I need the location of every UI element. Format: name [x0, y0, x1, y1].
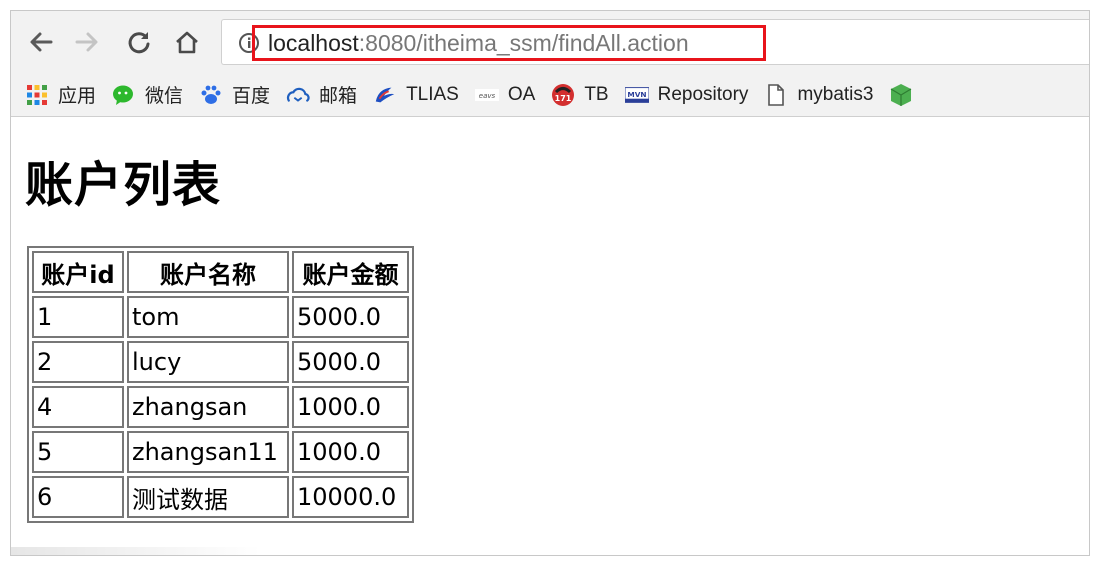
svg-text:eavs: eavs [479, 92, 496, 100]
bookmark-wechat[interactable]: 微信 [112, 81, 183, 108]
url-text[interactable]: localhost:8080/itheima_ssm/findAll.actio… [268, 28, 689, 58]
bookmark-apps[interactable]: 应用 [25, 81, 96, 108]
page-content: 账户列表 账户id 账户名称 账户金额 1 tom 5000.0 2 lucy … [11, 117, 1089, 555]
url-path: :8080/itheima_ssm/findAll.action [358, 30, 689, 56]
oa-icon: eavs [474, 83, 499, 107]
tb-icon: 171 [551, 83, 575, 107]
wechat-icon [112, 83, 136, 107]
cell-id: 2 [32, 341, 124, 383]
page-icon [764, 83, 788, 107]
bookmark-label: TB [584, 83, 609, 105]
cell-money: 1000.0 [292, 431, 409, 473]
table-row: 4 zhangsan 1000.0 [32, 386, 409, 428]
cell-money: 5000.0 [292, 341, 409, 383]
reload-button[interactable] [121, 24, 157, 60]
browser-window: localhost:8080/itheima_ssm/findAll.actio… [10, 10, 1090, 556]
bookmark-label: TLIAS [406, 83, 459, 105]
url-host: localhost [268, 30, 359, 56]
bookmark-mybatis3[interactable]: mybatis3 [764, 83, 873, 107]
header-account-money: 账户金额 [292, 251, 409, 293]
page-title: 账户列表 [25, 157, 222, 213]
bookmark-label: Repository [657, 83, 749, 105]
cell-name: zhangsan11 [127, 431, 289, 473]
tlias-icon [373, 83, 397, 107]
table-row: 1 tom 5000.0 [32, 296, 409, 338]
cell-id: 5 [32, 431, 124, 473]
cell-money: 10000.0 [292, 476, 409, 518]
bookmark-mail[interactable]: 邮箱 [286, 81, 357, 108]
back-button[interactable] [23, 24, 59, 60]
mail-cloud-icon [286, 83, 310, 107]
cell-money: 1000.0 [292, 386, 409, 428]
table-row: 2 lucy 5000.0 [32, 341, 409, 383]
reload-icon [128, 32, 150, 54]
bookmark-label: 邮箱 [319, 86, 358, 107]
arrow-left-icon [30, 32, 53, 52]
bookmark-label: 应用 [58, 86, 97, 107]
table-header-row: 账户id 账户名称 账户金额 [32, 251, 409, 293]
browser-toolbar: localhost:8080/itheima_ssm/findAll.actio… [11, 11, 1089, 73]
bookmark-extra[interactable] [889, 83, 922, 107]
svg-text:171: 171 [555, 94, 572, 103]
accounts-table: 账户id 账户名称 账户金额 1 tom 5000.0 2 lucy 5000.… [27, 246, 414, 523]
bookmark-label: mybatis3 [797, 83, 874, 105]
apps-grid-icon [25, 83, 49, 107]
baidu-paw-icon [199, 83, 223, 107]
home-icon [176, 31, 198, 54]
bottom-shadow [11, 547, 261, 555]
table-row: 6 测试数据 10000.0 [32, 476, 409, 518]
bookmark-baidu[interactable]: 百度 [199, 81, 270, 108]
bookmark-label: 百度 [232, 86, 271, 107]
header-account-name: 账户名称 [127, 251, 289, 293]
bookmarks-bar: 应用 微信 百度 邮箱 TLIAS eavs OA 171 TB MVN Rep… [11, 73, 1089, 117]
arrow-right-icon [75, 32, 98, 52]
bookmark-repository[interactable]: MVN Repository [624, 83, 749, 107]
svg-text:MVN: MVN [627, 89, 646, 98]
bookmark-label: OA [507, 83, 536, 105]
cell-name: lucy [127, 341, 289, 383]
table-row: 5 zhangsan11 1000.0 [32, 431, 409, 473]
bookmark-oa[interactable]: eavs OA [474, 83, 536, 107]
cell-name: zhangsan [127, 386, 289, 428]
home-button[interactable] [169, 24, 205, 60]
green-cube-icon [889, 83, 913, 107]
cell-id: 1 [32, 296, 124, 338]
header-account-id: 账户id [32, 251, 124, 293]
bookmark-tlias[interactable]: TLIAS [373, 83, 459, 107]
address-bar[interactable]: localhost:8080/itheima_ssm/findAll.actio… [221, 19, 1089, 65]
cell-name: 测试数据 [127, 476, 289, 518]
bookmark-label: 微信 [145, 86, 184, 107]
bookmark-tb[interactable]: 171 TB [551, 83, 609, 107]
cell-id: 4 [32, 386, 124, 428]
cell-money: 5000.0 [292, 296, 409, 338]
forward-button[interactable] [69, 24, 105, 60]
mvn-icon: MVN [624, 83, 649, 107]
cell-id: 6 [32, 476, 124, 518]
cell-name: tom [127, 296, 289, 338]
